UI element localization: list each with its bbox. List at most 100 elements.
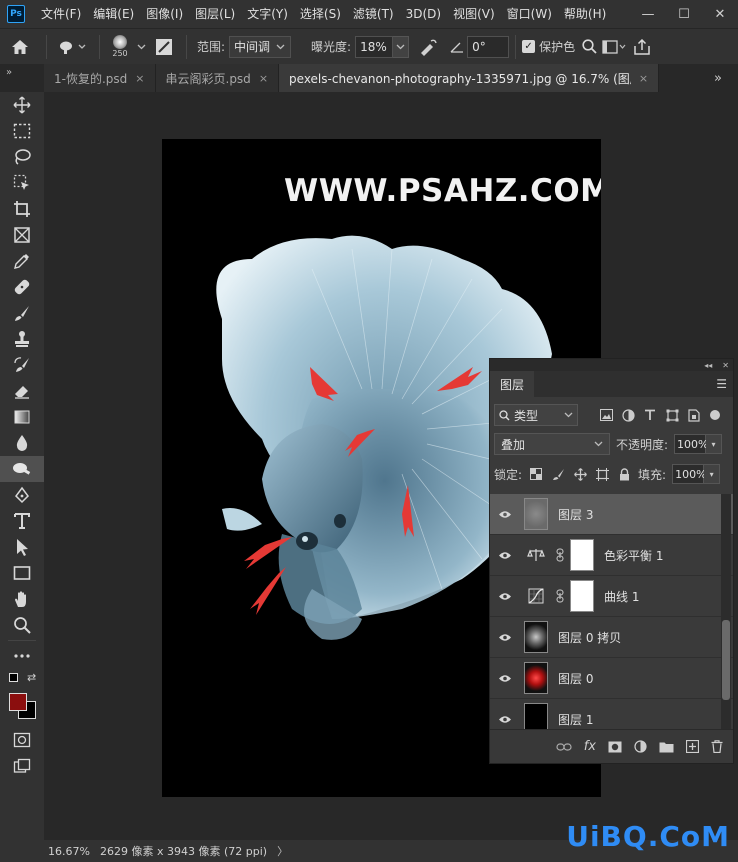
exposure-input[interactable]: 18% <box>355 35 394 58</box>
menu-edit[interactable]: 编辑(E) <box>87 0 140 28</box>
quick-mask-icon[interactable] <box>0 727 44 753</box>
crop-tool-icon[interactable] <box>0 196 44 222</box>
menu-image[interactable]: 图像(I) <box>140 0 189 28</box>
visibility-eye-icon[interactable] <box>490 674 520 683</box>
zoom-level[interactable]: 16.67% <box>48 845 94 858</box>
opacity-input[interactable]: 100% <box>674 434 709 454</box>
visibility-eye-icon[interactable] <box>490 510 520 519</box>
lasso-tool-icon[interactable] <box>0 144 44 170</box>
layer-row[interactable]: 图层 3 <box>490 494 733 535</box>
layer-row[interactable]: 图层 0 拷贝 <box>490 617 733 658</box>
path-selection-tool-icon[interactable] <box>0 534 44 560</box>
menu-file[interactable]: 文件(F) <box>35 0 87 28</box>
brush-size-picker[interactable]: 250 <box>106 35 134 58</box>
lock-artboard-icon[interactable] <box>594 466 610 482</box>
move-tool-icon[interactable] <box>0 92 44 118</box>
delete-layer-icon[interactable] <box>711 740 723 753</box>
document-tab-3[interactable]: pexels-chevanon-photography-1335971.jpg … <box>279 64 660 92</box>
filter-type-icon[interactable] <box>642 407 658 423</box>
brush-settings-icon[interactable] <box>148 38 180 56</box>
new-adjustment-layer-icon[interactable] <box>634 740 647 753</box>
angle-input[interactable]: 0° <box>467 35 510 58</box>
eraser-tool-icon[interactable] <box>0 378 44 404</box>
menu-select[interactable]: 选择(S) <box>294 0 347 28</box>
layer-mask-thumbnail[interactable] <box>570 539 594 571</box>
link-icon[interactable] <box>554 589 566 603</box>
document-tab-1[interactable]: 1-恢复的.psd × <box>44 64 156 92</box>
protect-tones-checkbox[interactable]: ✓ <box>522 40 536 53</box>
filter-toggle-icon[interactable] <box>710 410 720 420</box>
menu-view[interactable]: 视图(V) <box>447 0 501 28</box>
filter-shape-icon[interactable] <box>664 407 680 423</box>
minimize-button[interactable]: — <box>630 0 666 28</box>
visibility-eye-icon[interactable] <box>490 551 520 560</box>
tab-close-icon[interactable]: × <box>259 72 268 85</box>
opacity-dropdown[interactable]: ▾ <box>706 434 723 454</box>
lock-all-icon[interactable] <box>616 466 632 482</box>
range-select[interactable]: 中间调 <box>229 35 292 58</box>
rectangle-tool-icon[interactable] <box>0 560 44 586</box>
layer-row[interactable]: 图层 1 <box>490 699 733 729</box>
blur-tool-icon[interactable] <box>0 430 44 456</box>
close-button[interactable]: ✕ <box>702 0 738 28</box>
eyedropper-tool-icon[interactable] <box>0 248 44 274</box>
clone-stamp-tool-icon[interactable] <box>0 326 44 352</box>
marquee-tool-icon[interactable] <box>0 118 44 144</box>
lock-transparent-icon[interactable] <box>528 466 544 482</box>
status-menu-icon[interactable]: 〉 <box>277 843 288 859</box>
share-icon[interactable] <box>629 38 655 55</box>
screen-mode-icon[interactable] <box>0 753 44 779</box>
filter-pixel-icon[interactable] <box>598 407 614 423</box>
brush-tool-icon[interactable] <box>0 300 44 326</box>
tab-layers[interactable]: 图层 <box>490 371 535 397</box>
fill-dropdown[interactable]: ▾ <box>704 464 721 484</box>
fill-input[interactable]: 100% <box>672 464 707 484</box>
foreground-color-swatch[interactable] <box>9 693 27 711</box>
workspace-icon[interactable] <box>599 39 629 54</box>
default-colors-icon[interactable] <box>9 673 18 682</box>
search-icon[interactable] <box>579 39 599 54</box>
home-icon[interactable] <box>0 39 40 55</box>
tab-overflow-icon[interactable]: » <box>698 64 738 92</box>
fx-icon[interactable]: fx <box>584 739 596 754</box>
filter-adjustment-icon[interactable] <box>620 407 636 423</box>
tab-close-icon[interactable]: × <box>639 72 648 85</box>
collapse-panels-icon[interactable]: » <box>0 64 44 92</box>
filter-smart-object-icon[interactable] <box>686 407 702 423</box>
scrollbar-thumb[interactable] <box>722 620 730 700</box>
frame-tool-icon[interactable] <box>0 222 44 248</box>
healing-brush-tool-icon[interactable] <box>0 274 44 300</box>
close-panel-icon[interactable]: ✕ <box>722 361 729 370</box>
collapse-panel-icon[interactable]: ◂◂ <box>704 361 712 370</box>
lock-image-icon[interactable] <box>550 466 566 482</box>
visibility-eye-icon[interactable] <box>490 592 520 601</box>
blend-mode-select[interactable]: 叠加 <box>494 433 610 455</box>
link-icon[interactable] <box>554 548 566 562</box>
exposure-dropdown[interactable] <box>393 35 410 58</box>
new-layer-icon[interactable] <box>686 740 699 753</box>
add-mask-icon[interactable] <box>608 741 622 753</box>
tab-close-icon[interactable]: × <box>135 72 144 85</box>
zoom-tool-icon[interactable] <box>0 612 44 638</box>
layers-scrollbar[interactable] <box>721 494 731 729</box>
type-tool-icon[interactable] <box>0 508 44 534</box>
more-tools-icon[interactable] <box>0 643 44 669</box>
layer-row[interactable]: 曲线 1 <box>490 576 733 617</box>
object-selection-tool-icon[interactable] <box>0 170 44 196</box>
layer-filter-select[interactable]: 类型 <box>494 404 578 426</box>
menu-help[interactable]: 帮助(H) <box>558 0 612 28</box>
chevron-down-icon[interactable] <box>134 44 148 50</box>
maximize-button[interactable]: ☐ <box>666 0 702 28</box>
layer-mask-thumbnail[interactable] <box>570 580 594 612</box>
layer-row[interactable]: 图层 0 <box>490 658 733 699</box>
dodge-tool-icon[interactable] <box>0 456 44 482</box>
lock-position-icon[interactable] <box>572 466 588 482</box>
link-layers-icon[interactable] <box>556 742 572 752</box>
menu-filter[interactable]: 滤镜(T) <box>347 0 400 28</box>
menu-3d[interactable]: 3D(D) <box>400 0 447 28</box>
visibility-eye-icon[interactable] <box>490 633 520 642</box>
hand-tool-icon[interactable] <box>0 586 44 612</box>
visibility-eye-icon[interactable] <box>490 715 520 724</box>
pen-tool-icon[interactable] <box>0 482 44 508</box>
panel-menu-icon[interactable]: ☰ <box>716 377 727 391</box>
